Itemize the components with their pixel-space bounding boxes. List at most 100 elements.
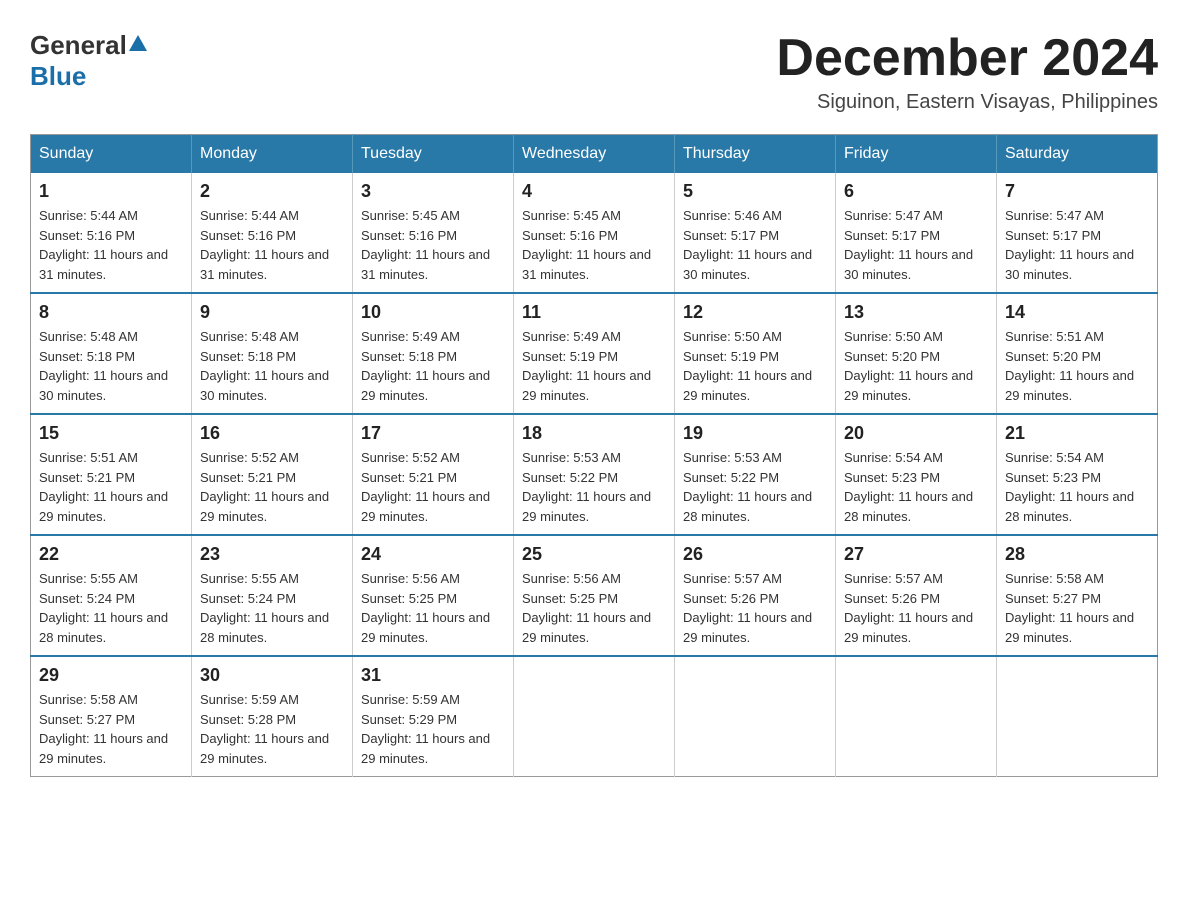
header-monday: Monday <box>192 135 353 174</box>
day-info: Sunrise: 5:48 AMSunset: 5:18 PMDaylight:… <box>39 327 183 405</box>
day-number: 31 <box>361 665 505 686</box>
day-info: Sunrise: 5:57 AMSunset: 5:26 PMDaylight:… <box>844 569 988 647</box>
day-info: Sunrise: 5:46 AMSunset: 5:17 PMDaylight:… <box>683 206 827 284</box>
title-section: December 2024 Siguinon, Eastern Visayas,… <box>776 30 1158 114</box>
day-info: Sunrise: 5:49 AMSunset: 5:19 PMDaylight:… <box>522 327 666 405</box>
calendar-cell: 31 Sunrise: 5:59 AMSunset: 5:29 PMDayligh… <box>353 656 514 777</box>
month-title: December 2024 <box>776 30 1158 87</box>
day-info: Sunrise: 5:49 AMSunset: 5:18 PMDaylight:… <box>361 327 505 405</box>
day-info: Sunrise: 5:44 AMSunset: 5:16 PMDaylight:… <box>200 206 344 284</box>
day-number: 10 <box>361 302 505 323</box>
location: Siguinon, Eastern Visayas, Philippines <box>776 91 1158 114</box>
calendar-cell: 30 Sunrise: 5:59 AMSunset: 5:28 PMDayligh… <box>192 656 353 777</box>
calendar-cell <box>675 656 836 777</box>
day-number: 11 <box>522 302 666 323</box>
logo-general-text: General <box>30 30 127 61</box>
day-number: 18 <box>522 423 666 444</box>
day-number: 3 <box>361 181 505 202</box>
weekday-header-row: SundayMondayTuesdayWednesdayThursdayFrid… <box>31 135 1158 174</box>
day-number: 23 <box>200 544 344 565</box>
day-info: Sunrise: 5:58 AMSunset: 5:27 PMDaylight:… <box>39 690 183 768</box>
day-info: Sunrise: 5:59 AMSunset: 5:28 PMDaylight:… <box>200 690 344 768</box>
day-number: 5 <box>683 181 827 202</box>
calendar-cell: 18Sunrise: 5:53 AMSunset: 5:22 PMDayligh… <box>514 414 675 535</box>
header-saturday: Saturday <box>997 135 1158 174</box>
day-number: 8 <box>39 302 183 323</box>
day-info: Sunrise: 5:51 AMSunset: 5:21 PMDaylight:… <box>39 448 183 526</box>
calendar-cell: 1 Sunrise: 5:44 AMSunset: 5:16 PMDaylight… <box>31 173 192 293</box>
day-number: 26 <box>683 544 827 565</box>
calendar-cell: 28 Sunrise: 5:58 AMSunset: 5:27 PMDayligh… <box>997 535 1158 656</box>
header-thursday: Thursday <box>675 135 836 174</box>
header-tuesday: Tuesday <box>353 135 514 174</box>
day-info: Sunrise: 5:58 AMSunset: 5:27 PMDaylight:… <box>1005 569 1149 647</box>
day-number: 25 <box>522 544 666 565</box>
calendar-cell: 2 Sunrise: 5:44 AMSunset: 5:16 PMDaylight… <box>192 173 353 293</box>
day-info: Sunrise: 5:45 AMSunset: 5:16 PMDaylight:… <box>522 206 666 284</box>
calendar-cell: 15 Sunrise: 5:51 AMSunset: 5:21 PMDayligh… <box>31 414 192 535</box>
page-header: General Blue December 2024 Siguinon, Eas… <box>30 30 1158 114</box>
day-number: 12 <box>683 302 827 323</box>
calendar-cell: 26 Sunrise: 5:57 AMSunset: 5:26 PMDayligh… <box>675 535 836 656</box>
logo-triangle-icon <box>129 35 147 58</box>
day-info: Sunrise: 5:55 AMSunset: 5:24 PMDaylight:… <box>200 569 344 647</box>
day-info: Sunrise: 5:52 AMSunset: 5:21 PMDaylight:… <box>200 448 344 526</box>
day-number: 19 <box>683 423 827 444</box>
day-info: Sunrise: 5:48 AMSunset: 5:18 PMDaylight:… <box>200 327 344 405</box>
day-info: Sunrise: 5:56 AMSunset: 5:25 PMDaylight:… <box>361 569 505 647</box>
day-number: 17 <box>361 423 505 444</box>
day-info: Sunrise: 5:54 AMSunset: 5:23 PMDaylight:… <box>844 448 988 526</box>
calendar-cell: 4 Sunrise: 5:45 AMSunset: 5:16 PMDaylight… <box>514 173 675 293</box>
header-sunday: Sunday <box>31 135 192 174</box>
day-number: 28 <box>1005 544 1149 565</box>
week-row-2: 8 Sunrise: 5:48 AMSunset: 5:18 PMDaylight… <box>31 293 1158 414</box>
calendar-cell: 8 Sunrise: 5:48 AMSunset: 5:18 PMDaylight… <box>31 293 192 414</box>
day-info: Sunrise: 5:57 AMSunset: 5:26 PMDaylight:… <box>683 569 827 647</box>
day-number: 27 <box>844 544 988 565</box>
calendar-cell <box>836 656 997 777</box>
calendar-cell: 11 Sunrise: 5:49 AMSunset: 5:19 PMDayligh… <box>514 293 675 414</box>
week-row-5: 29Sunrise: 5:58 AMSunset: 5:27 PMDayligh… <box>31 656 1158 777</box>
day-info: Sunrise: 5:56 AMSunset: 5:25 PMDaylight:… <box>522 569 666 647</box>
calendar-cell: 22Sunrise: 5:55 AMSunset: 5:24 PMDayligh… <box>31 535 192 656</box>
day-number: 16 <box>200 423 344 444</box>
day-info: Sunrise: 5:54 AMSunset: 5:23 PMDaylight:… <box>1005 448 1149 526</box>
day-number: 1 <box>39 181 183 202</box>
calendar-cell: 17 Sunrise: 5:52 AMSunset: 5:21 PMDayligh… <box>353 414 514 535</box>
calendar-table: SundayMondayTuesdayWednesdayThursdayFrid… <box>30 134 1158 777</box>
day-info: Sunrise: 5:44 AMSunset: 5:16 PMDaylight:… <box>39 206 183 284</box>
calendar-cell: 27 Sunrise: 5:57 AMSunset: 5:26 PMDayligh… <box>836 535 997 656</box>
calendar-cell: 19 Sunrise: 5:53 AMSunset: 5:22 PMDayligh… <box>675 414 836 535</box>
calendar-cell: 24 Sunrise: 5:56 AMSunset: 5:25 PMDayligh… <box>353 535 514 656</box>
day-number: 2 <box>200 181 344 202</box>
day-info: Sunrise: 5:47 AMSunset: 5:17 PMDaylight:… <box>844 206 988 284</box>
day-number: 15 <box>39 423 183 444</box>
day-info: Sunrise: 5:52 AMSunset: 5:21 PMDaylight:… <box>361 448 505 526</box>
calendar-cell: 21 Sunrise: 5:54 AMSunset: 5:23 PMDayligh… <box>997 414 1158 535</box>
day-number: 13 <box>844 302 988 323</box>
day-info: Sunrise: 5:50 AMSunset: 5:20 PMDaylight:… <box>844 327 988 405</box>
day-info: Sunrise: 5:45 AMSunset: 5:16 PMDaylight:… <box>361 206 505 284</box>
calendar-cell: 5 Sunrise: 5:46 AMSunset: 5:17 PMDaylight… <box>675 173 836 293</box>
day-info: Sunrise: 5:50 AMSunset: 5:19 PMDaylight:… <box>683 327 827 405</box>
day-number: 14 <box>1005 302 1149 323</box>
calendar-cell: 20Sunrise: 5:54 AMSunset: 5:23 PMDayligh… <box>836 414 997 535</box>
calendar-cell: 25 Sunrise: 5:56 AMSunset: 5:25 PMDayligh… <box>514 535 675 656</box>
calendar-cell: 9Sunrise: 5:48 AMSunset: 5:18 PMDaylight… <box>192 293 353 414</box>
day-number: 4 <box>522 181 666 202</box>
day-info: Sunrise: 5:53 AMSunset: 5:22 PMDaylight:… <box>683 448 827 526</box>
calendar-cell: 3 Sunrise: 5:45 AMSunset: 5:16 PMDaylight… <box>353 173 514 293</box>
day-number: 21 <box>1005 423 1149 444</box>
calendar-cell <box>514 656 675 777</box>
day-info: Sunrise: 5:55 AMSunset: 5:24 PMDaylight:… <box>39 569 183 647</box>
day-number: 30 <box>200 665 344 686</box>
calendar-cell: 7 Sunrise: 5:47 AMSunset: 5:17 PMDaylight… <box>997 173 1158 293</box>
day-number: 24 <box>361 544 505 565</box>
day-number: 7 <box>1005 181 1149 202</box>
day-info: Sunrise: 5:47 AMSunset: 5:17 PMDaylight:… <box>1005 206 1149 284</box>
day-info: Sunrise: 5:59 AMSunset: 5:29 PMDaylight:… <box>361 690 505 768</box>
calendar-cell: 23 Sunrise: 5:55 AMSunset: 5:24 PMDayligh… <box>192 535 353 656</box>
week-row-4: 22Sunrise: 5:55 AMSunset: 5:24 PMDayligh… <box>31 535 1158 656</box>
calendar-cell: 12 Sunrise: 5:50 AMSunset: 5:19 PMDayligh… <box>675 293 836 414</box>
logo: General Blue <box>30 30 147 92</box>
